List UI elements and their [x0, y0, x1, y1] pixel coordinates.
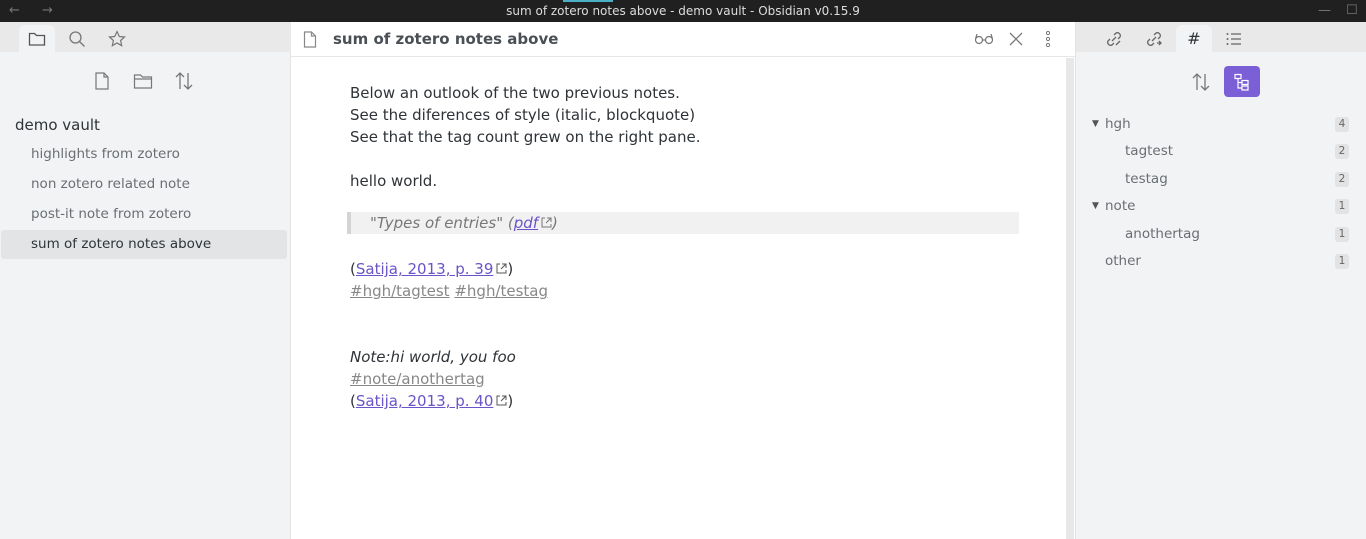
file-item[interactable]: non zotero related note: [1, 170, 287, 199]
more-vertical-icon: [1045, 30, 1051, 48]
quote-paren: ): [552, 214, 558, 232]
paren: ): [507, 392, 514, 410]
tag-sort-button[interactable]: [1183, 66, 1219, 97]
star-icon: [108, 29, 126, 47]
tree-view-icon: [1234, 73, 1249, 91]
citation-link[interactable]: Satija, 2013, p. 40: [356, 392, 494, 410]
tab-file-explorer[interactable]: [19, 25, 55, 52]
tag-count: 2: [1335, 144, 1349, 159]
note-title[interactable]: sum of zotero notes above: [333, 30, 558, 48]
tag-count: 2: [1335, 172, 1349, 187]
sort-icon: [1192, 72, 1210, 91]
backlinks-icon: [1107, 31, 1121, 46]
external-link-icon: [541, 217, 552, 228]
text-line: See that the tag count grew on the right…: [350, 128, 701, 146]
left-sidebar: demo vault highlights from zotero non zo…: [0, 22, 291, 539]
tags-line: #hgh/tagtest #hgh/testag: [350, 280, 548, 302]
file-item[interactable]: highlights from zotero: [1, 140, 287, 169]
sort-icon: [175, 72, 193, 90]
left-sidebar-tabs: [0, 22, 291, 52]
quote-paren: (: [503, 214, 514, 232]
tree-view-toggle[interactable]: [1224, 66, 1260, 97]
external-link-icon: [496, 263, 507, 274]
tag-label: tagtest: [1125, 143, 1174, 159]
editor-header: sum of zotero notes above: [291, 22, 1075, 57]
new-note-icon: [95, 72, 109, 90]
tag-link[interactable]: #note/anothertag: [350, 370, 485, 388]
more-options-button[interactable]: [1037, 28, 1059, 50]
outgoing-links-icon: [1147, 31, 1162, 46]
pdf-link[interactable]: pdf: [514, 214, 538, 232]
citation-line: (Satija, 2013, p. 39): [350, 258, 513, 280]
tag-link[interactable]: #hgh/tagtest: [350, 282, 450, 300]
tag-link[interactable]: #hgh/testag: [454, 282, 548, 300]
tab-outline[interactable]: [1216, 25, 1252, 52]
outline-icon: [1226, 32, 1241, 45]
tag-tree-item[interactable]: ▼ hgh 4: [1076, 111, 1366, 137]
close-note-button[interactable]: [1005, 28, 1027, 50]
minimize-icon[interactable]: —: [1318, 3, 1331, 19]
tag-tree-item[interactable]: anothertag 1: [1076, 221, 1366, 247]
glasses-icon: [974, 33, 994, 45]
expand-triangle-icon[interactable]: ▼: [1092, 193, 1099, 219]
tab-tags[interactable]: #: [1176, 25, 1212, 52]
file-item-active[interactable]: sum of zotero notes above: [1, 230, 287, 259]
new-folder-icon: [133, 74, 153, 89]
text-line: hello world.: [350, 172, 438, 190]
file-icon: [303, 31, 317, 48]
quote-text: "Types of entries": [370, 214, 504, 232]
note-line: Note:hi world, you foo: [350, 348, 516, 366]
tag-hash-icon: #: [1187, 29, 1201, 48]
title-accent: [563, 0, 613, 2]
right-sidebar-tabs: #: [1076, 22, 1366, 52]
new-folder-button[interactable]: [131, 69, 155, 93]
file-item[interactable]: post-it note from zotero: [1, 200, 287, 229]
close-icon: [1009, 32, 1023, 46]
right-sidebar: # ▼ hgh 4 tagtest 2 testag 2 ▼ note 1 an…: [1075, 22, 1366, 539]
tag-label: note: [1105, 198, 1136, 214]
tag-tree-item[interactable]: ▼ note 1: [1076, 193, 1366, 219]
external-link-icon: [496, 395, 507, 406]
vault-name[interactable]: demo vault: [15, 116, 100, 134]
citation-link[interactable]: Satija, 2013, p. 39: [356, 260, 494, 278]
tab-search[interactable]: [59, 25, 95, 52]
text-line: See the diferences of style (italic, blo…: [350, 106, 696, 124]
text-line: Below an outlook of the two previous not…: [350, 84, 680, 102]
tab-starred[interactable]: [99, 25, 135, 52]
tab-outgoing-links[interactable]: [1136, 25, 1172, 52]
tag-count: 1: [1335, 254, 1349, 269]
expand-triangle-icon[interactable]: ▼: [1092, 111, 1099, 137]
tag-count: 1: [1335, 227, 1349, 242]
citation-line: (Satija, 2013, p. 40): [350, 390, 513, 412]
tag-count: 1: [1335, 199, 1349, 214]
editor-scrollbar[interactable]: [1066, 58, 1074, 539]
tags-line: #note/anothertag: [350, 368, 485, 390]
tag-label: other: [1105, 253, 1141, 269]
tab-backlinks[interactable]: [1096, 25, 1132, 52]
folder-icon: [28, 32, 46, 46]
search-icon: [69, 30, 85, 47]
maximize-icon[interactable]: ☐: [1346, 3, 1358, 19]
file-explorer-actions: [0, 69, 291, 93]
tag-label: anothertag: [1125, 226, 1200, 242]
tag-label: testag: [1125, 171, 1168, 187]
tag-count: 4: [1335, 117, 1349, 132]
tag-label: hgh: [1105, 116, 1131, 132]
blockquote: "Types of entries" (pdf): [347, 212, 1019, 234]
tag-tree-item[interactable]: testag 2: [1076, 166, 1366, 192]
new-note-button[interactable]: [90, 69, 114, 93]
editor-pane: sum of zotero notes above Below an outlo…: [291, 22, 1075, 539]
window-title: sum of zotero notes above - demo vault -…: [506, 4, 860, 18]
title-bar: ← → sum of zotero notes above - demo vau…: [0, 0, 1366, 22]
sort-button[interactable]: [172, 69, 196, 93]
paren: ): [507, 260, 514, 278]
reading-view-button[interactable]: [973, 28, 995, 50]
tag-tree-item[interactable]: tagtest 2: [1076, 138, 1366, 164]
tag-tree-item[interactable]: other 1: [1076, 248, 1366, 274]
